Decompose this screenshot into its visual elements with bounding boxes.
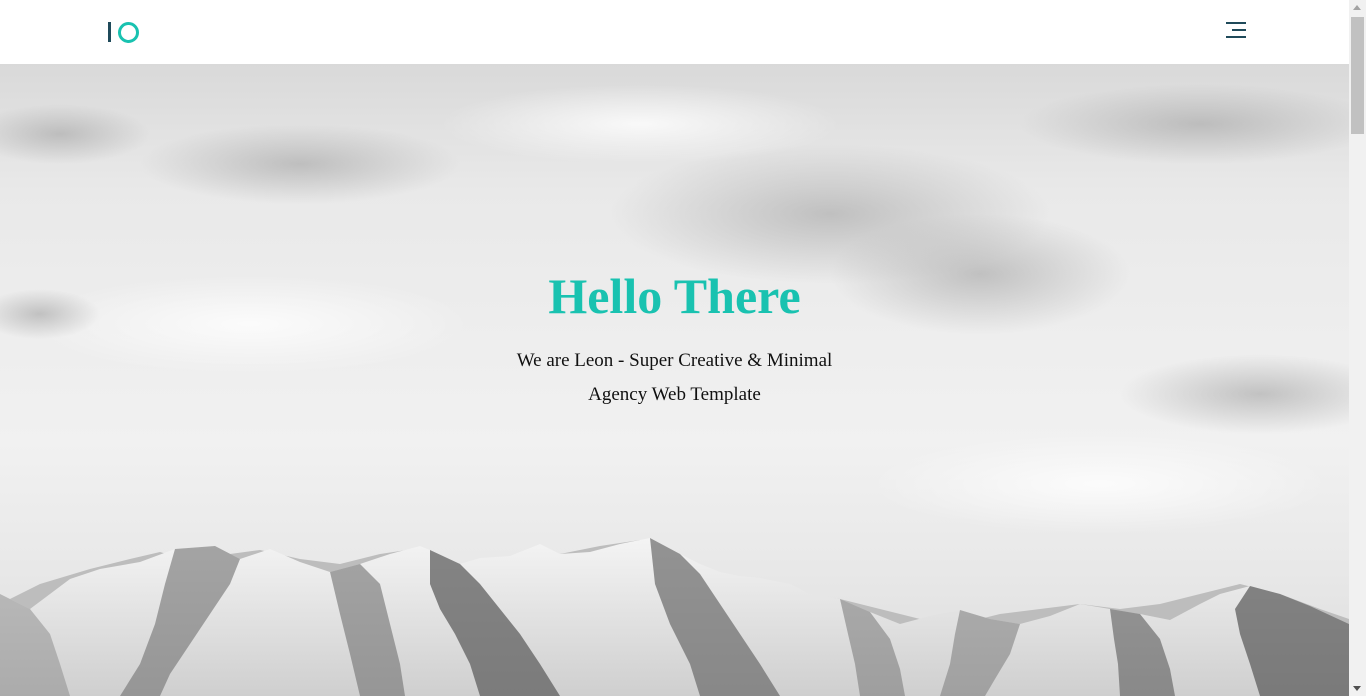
menu-line (1226, 22, 1246, 24)
hero-subtitle-line-1: We are Leon - Super Creative & Minimal (516, 350, 833, 371)
scrollbar-thumb[interactable] (1351, 17, 1364, 134)
hero-title: Hello There (548, 268, 801, 324)
page: Hello There We are Leon - Super Creative… (0, 0, 1349, 696)
hero-content: Hello There We are Leon - Super Creative… (0, 264, 1349, 412)
io-logo-icon[interactable] (107, 21, 141, 43)
hero-subtitle-line-2: Agency Web Template (588, 384, 761, 405)
scroll-down-arrow-icon[interactable] (1353, 686, 1361, 691)
hero-subtitle: We are Leon - Super Creative & Minimal A… (505, 344, 845, 412)
vertical-scrollbar[interactable] (1349, 0, 1366, 696)
menu-line (1226, 36, 1246, 38)
logo-bar-shape (108, 22, 111, 42)
hero-section: Hello There We are Leon - Super Creative… (0, 64, 1349, 696)
top-navigation-bar (0, 0, 1349, 64)
menu-line (1232, 29, 1246, 31)
hamburger-menu-icon[interactable] (1224, 20, 1246, 40)
logo-ring-shape (118, 22, 139, 43)
scroll-up-arrow-icon[interactable] (1353, 5, 1361, 10)
